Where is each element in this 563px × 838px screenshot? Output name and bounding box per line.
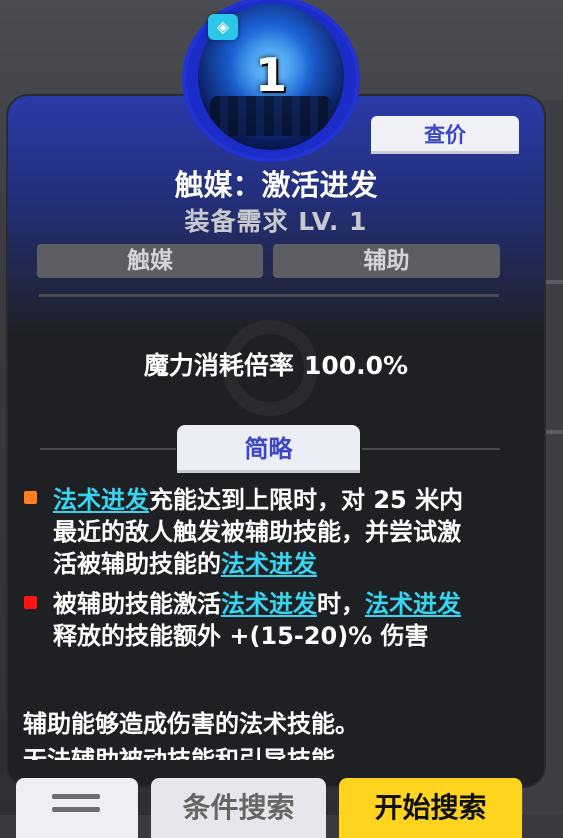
effect-description-2: 被辅助技能激活法术进发时，法术进发释放的技能额外 +(15-20)% 伤害: [53, 588, 473, 652]
effect-bullet-red: [24, 596, 37, 609]
effect-text: 释放的技能额外 +(15-20)% 伤害: [53, 622, 429, 650]
footer-note-2: 无法辅助被动技能和引导技能。: [23, 746, 359, 760]
mana-cost-stat: 魔力消耗倍率 100.0%: [8, 346, 544, 382]
wifi-icon: ◈: [208, 14, 238, 40]
effect-bullet-orange: [24, 491, 37, 504]
keyword-link[interactable]: 法术进发: [221, 590, 317, 618]
menu-icon: [52, 794, 100, 820]
effect-text: 时，: [317, 590, 365, 618]
icon-silhouettes: [210, 96, 332, 136]
price-check-button[interactable]: 查价: [371, 116, 519, 154]
brief-toggle-button[interactable]: 简略: [177, 425, 360, 473]
keyword-link[interactable]: 法术进发: [221, 550, 317, 578]
start-search-button[interactable]: 开始搜索: [339, 778, 522, 838]
equip-requirement: 装备需求 LV. 1: [184, 207, 368, 236]
footer-note-1: 辅助能够造成伤害的法术技能。: [23, 710, 359, 738]
item-level-badge: 1: [254, 48, 287, 102]
tag-catalyst: 触媒: [37, 244, 263, 278]
stat-label: 魔力消耗倍率: [143, 351, 294, 380]
effect-description-1: 法术进发充能达到上限时，对 25 米内最近的敌人触发被辅助技能，并尝试激活被辅助…: [53, 484, 473, 580]
keyword-link[interactable]: 法术进发: [53, 486, 149, 514]
keyword-link[interactable]: 法术进发: [365, 590, 461, 618]
stat-value: 100.0%: [303, 351, 409, 380]
divider: [39, 294, 499, 297]
condition-search-button[interactable]: 条件搜索: [151, 778, 326, 838]
tag-support: 辅助: [273, 244, 500, 278]
item-title: 触媒：激活进发: [174, 168, 378, 202]
divider-left: [40, 448, 176, 450]
effect-text: 被辅助技能激活: [53, 590, 221, 618]
divider-right: [362, 448, 500, 450]
